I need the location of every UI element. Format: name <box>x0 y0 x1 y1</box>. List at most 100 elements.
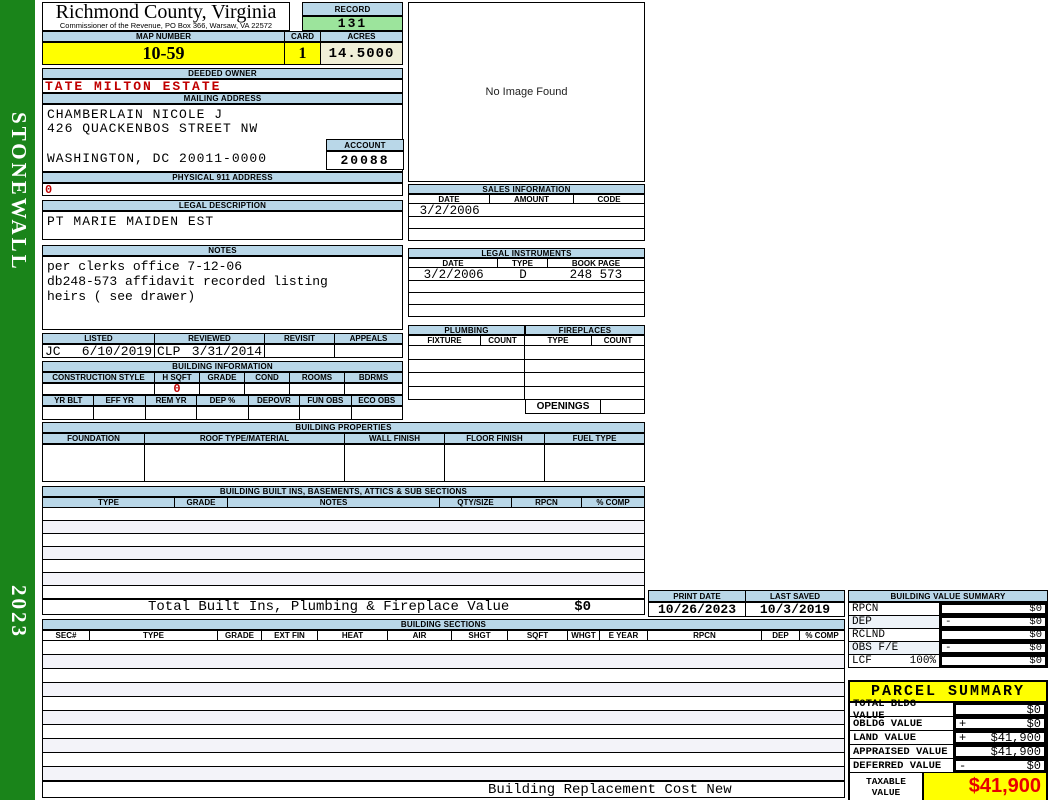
pf-row <box>408 360 645 374</box>
fireplace-row <box>525 360 645 374</box>
empty-row <box>43 547 644 560</box>
plumbing-fireplaces-headers: FIXTURE COUNT TYPE COUNT <box>408 335 645 346</box>
sales-row-date: 3/2/2006 <box>409 204 490 216</box>
empty-row <box>43 655 844 669</box>
print-date-value: 10/26/2023 <box>648 602 746 617</box>
built-ins-headers: TYPE GRADE NOTES QTY/SIZE RPCN % COMP <box>42 497 645 508</box>
ps-row-appraised: APPRAISED VALUE $41,900 <box>850 745 1046 759</box>
empty-row <box>43 753 844 767</box>
empty-row <box>43 573 644 586</box>
photo-panel: No Image Found <box>408 2 645 182</box>
sales-information-title: SALES INFORMATION <box>408 184 645 194</box>
building-sections-footer: Building Replacement Cost New <box>42 781 845 798</box>
print-date-label: PRINT DATE <box>648 590 746 602</box>
deeded-owner-label: DEEDED OWNER <box>42 68 403 79</box>
bvs-obsfe-label: OBS F/E <box>852 642 898 654</box>
bi-notes-label: NOTES <box>228 497 440 508</box>
bi-rpcn-label: RPCN <box>512 497 582 508</box>
revisit-label: REVISIT <box>265 333 335 344</box>
notes-box: per clerks office 7-12-06 db248-573 affi… <box>42 256 403 330</box>
mailing-line1: CHAMBERLAIN NICOLE J <box>47 107 223 122</box>
visit-values: JC 6/10/2019 CLP 3/31/2014 <box>42 344 403 358</box>
bs-sec-label: SEC# <box>42 630 90 641</box>
sales-date-label: DATE <box>408 194 490 204</box>
bi-grade-label: GRADE <box>175 497 228 508</box>
ps-row-total-bldg: TOTAL BLDG VALUE $0 <box>850 703 1046 717</box>
fireplace-count-label: COUNT <box>592 335 645 346</box>
remyr-value <box>146 406 197 420</box>
plumbing-row <box>408 387 525 401</box>
mailing-city-line: WASHINGTON, DC 20011-0000 <box>47 151 267 166</box>
legal-instruments-row: 3/2/2006 D 248 573 <box>409 268 644 281</box>
acres-value: 14.5000 <box>321 42 403 65</box>
deppct-value <box>197 406 248 420</box>
li-row-type: D <box>498 268 548 280</box>
ps-land-op: + <box>959 731 966 745</box>
acres-label: ACRES <box>321 31 403 42</box>
empty-row <box>409 229 644 241</box>
empty-row <box>43 534 644 547</box>
sales-code-label: CODE <box>574 194 645 204</box>
empty-row <box>409 281 644 293</box>
hsqft-value: 0 <box>155 383 200 395</box>
plumbing-row <box>408 346 525 360</box>
bs-rpcn-label: RPCN <box>648 630 762 641</box>
grade-label: GRADE <box>200 372 245 383</box>
last-saved-value: 10/3/2019 <box>746 602 845 617</box>
openings-label: OPENINGS <box>525 400 601 414</box>
building-value-summary: RPCN $0 DEP - $0 RCLND <box>848 602 1048 668</box>
building-properties-title: BUILDING PROPERTIES <box>42 422 645 433</box>
ps-appraised-label: APPRAISED VALUE <box>850 745 954 758</box>
ps-land-label: LAND VALUE <box>850 731 954 744</box>
empty-row <box>43 508 644 521</box>
sales-amount-label: AMOUNT <box>490 194 574 204</box>
ps-obldg-label: OBLDG VALUE <box>850 717 954 730</box>
fireplace-row <box>525 387 645 401</box>
remyr-label: REM YR <box>146 395 197 406</box>
notes-label: NOTES <box>42 245 403 256</box>
bvs-row-rclnd: RCLND $0 <box>848 629 1047 642</box>
fixture-label: FIXTURE <box>408 335 481 346</box>
built-ins-total-label: Total Built Ins, Plumbing & Fireplace Va… <box>43 599 509 615</box>
building-sections-title: BUILDING SECTIONS <box>42 619 845 630</box>
card-label: CARD <box>285 31 321 42</box>
sidebar: STONEWALL 2023 <box>0 0 35 800</box>
visit-headers: LISTED REVIEWED REVISIT APPEALS <box>42 333 403 344</box>
no-image-text: No Image Found <box>486 86 568 98</box>
fuel-type-value <box>545 444 645 482</box>
mailing-address-label: MAILING ADDRESS <box>42 93 403 104</box>
print-saved-headers: PRINT DATE LAST SAVED <box>648 590 845 602</box>
bs-whgt-label: WHGT <box>568 630 600 641</box>
parcel-summary: PARCEL SUMMARY TOTAL BLDG VALUE $0 OBLDG… <box>848 680 1048 800</box>
district-name: STONEWALL <box>6 112 31 272</box>
bi-type-label: TYPE <box>42 497 175 508</box>
map-number-label: MAP NUMBER <box>42 31 285 42</box>
county-title-box: Richmond County, Virginia Commissioner o… <box>42 2 290 31</box>
notes-line2: db248-573 affidavit recorded listing <box>47 274 398 289</box>
parcel-id-headers: MAP NUMBER CARD ACRES <box>42 31 403 42</box>
bdrms-label: BDRMS <box>345 372 403 383</box>
yrblt-label: YR BLT <box>42 395 94 406</box>
property-record-card: STONEWALL 2023 Richmond County, Virginia… <box>0 0 1050 800</box>
reviewed-date: 3/31/2014 <box>192 344 262 359</box>
openings-row: OPENINGS <box>525 400 645 414</box>
physical-911-value: 0 <box>42 183 403 196</box>
bs-extfin-label: EXT FIN <box>262 630 318 641</box>
openings-value <box>601 400 645 414</box>
cond-value <box>245 383 290 395</box>
notes-line3: heirs ( see drawer) <box>47 289 398 304</box>
reviewed-value: CLP 3/31/2014 <box>155 344 265 358</box>
listed-label: LISTED <box>42 333 155 344</box>
fireplaces-title: FIREPLACES <box>525 325 645 335</box>
sales-row: 3/2/2006 <box>409 204 644 217</box>
effyr-label: EFF YR <box>94 395 145 406</box>
roof-type-value <box>145 444 345 482</box>
legal-instruments-headers: DATE TYPE BOOK PAGE <box>408 258 645 268</box>
sales-row-code <box>574 204 644 216</box>
ps-appraised-value: $41,900 <box>991 745 1041 759</box>
building-information-title: BUILDING INFORMATION <box>42 361 403 372</box>
print-saved-values: 10/26/2023 10/3/2019 <box>648 602 845 617</box>
li-date-label: DATE <box>408 258 498 268</box>
plumbing-fireplaces-rows <box>408 346 645 400</box>
ps-taxable-value: $41,900 <box>924 773 1046 800</box>
